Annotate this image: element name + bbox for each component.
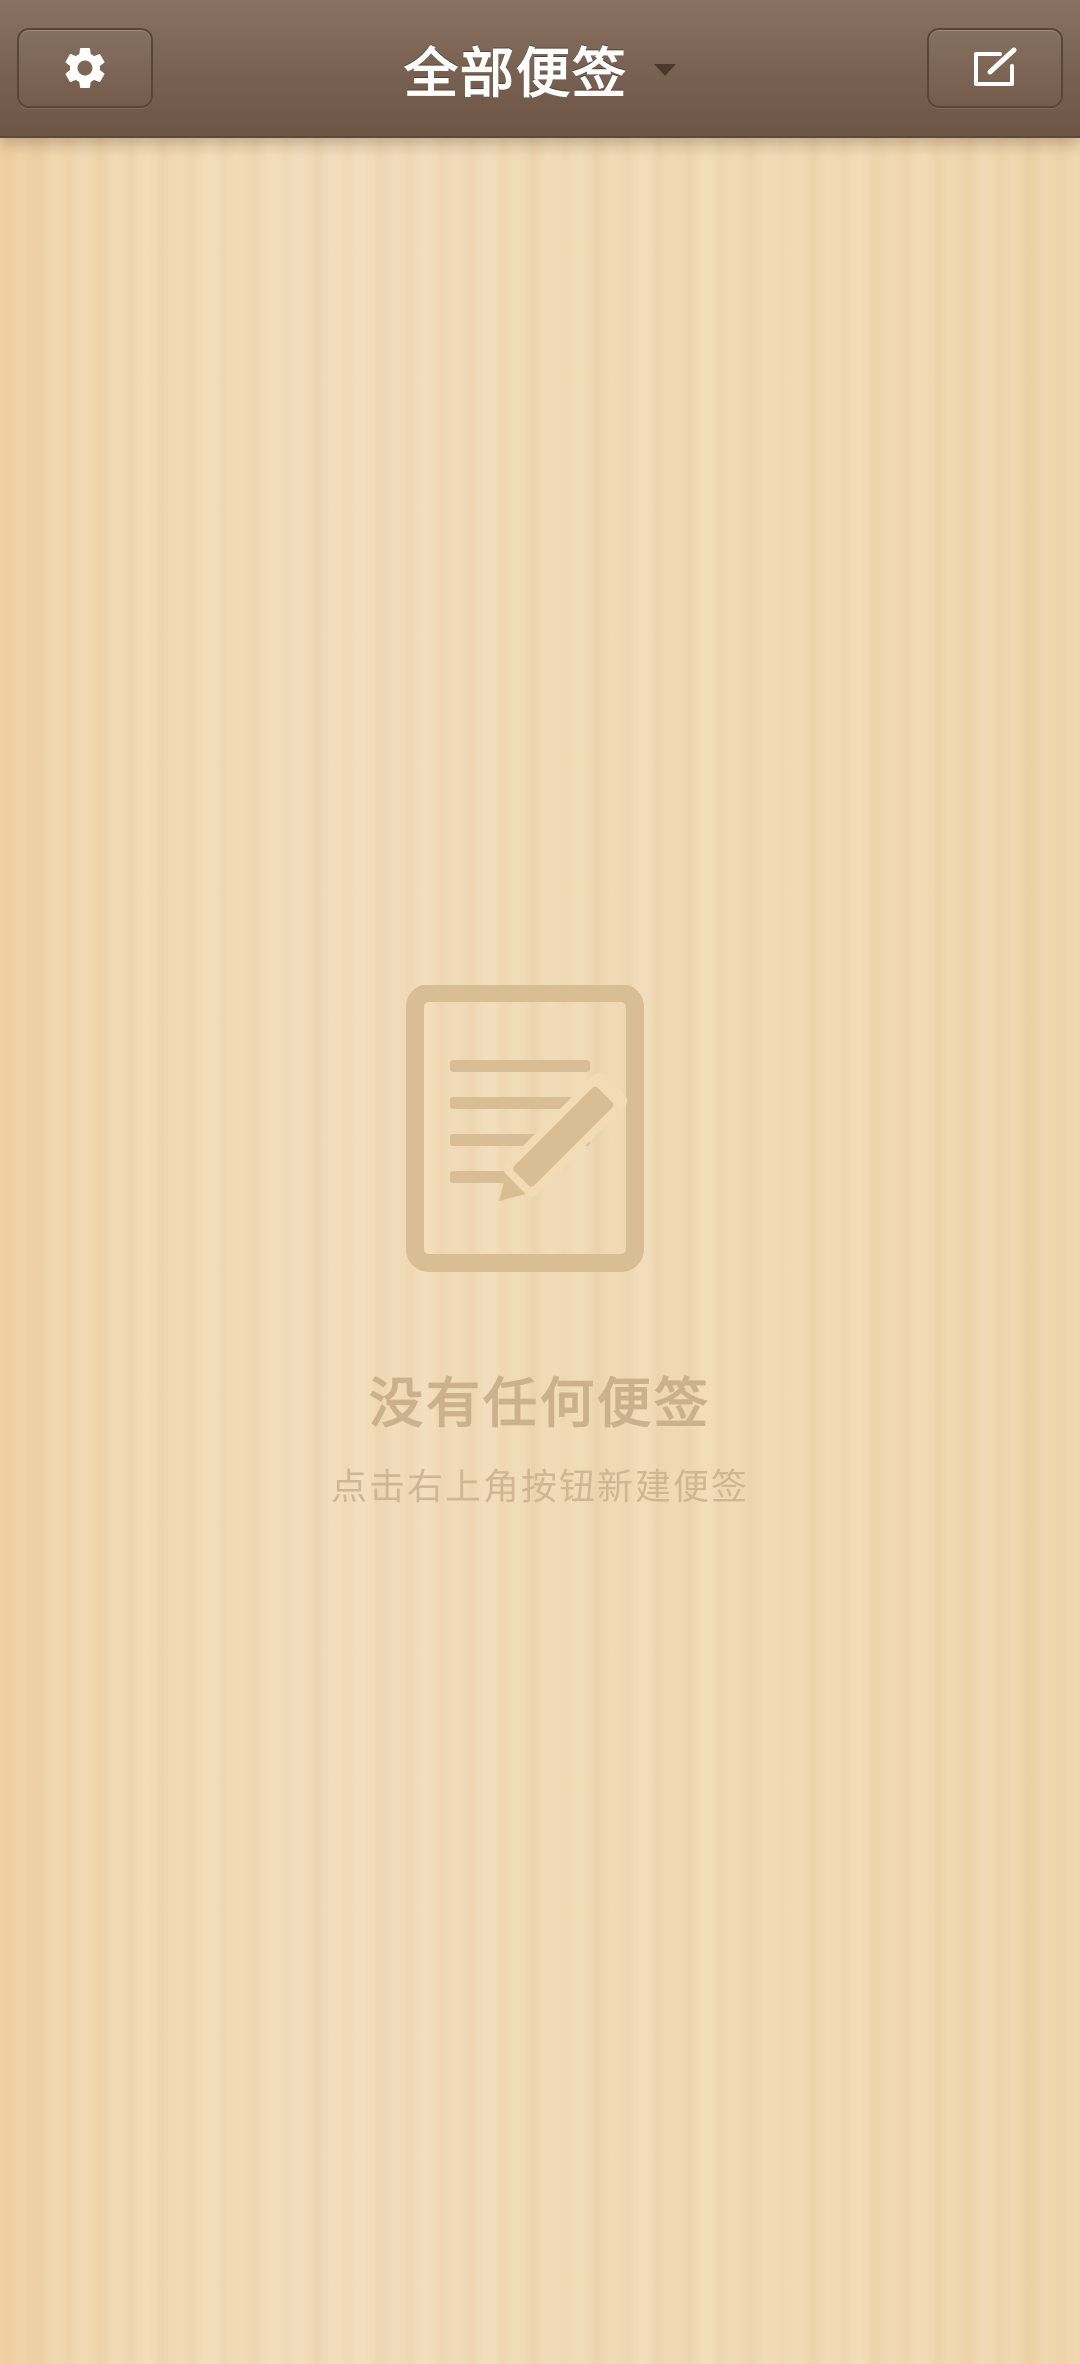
gear-icon xyxy=(65,48,105,88)
top-toolbar: 全部便签 xyxy=(0,0,1080,138)
caret-down-icon xyxy=(654,64,676,76)
note-with-pencil-icon xyxy=(406,985,644,1272)
category-selector[interactable]: 全部便签 xyxy=(0,0,1080,136)
empty-state: 没有任何便签 点击右上角按钮新建便签 xyxy=(0,985,1080,1510)
settings-button[interactable] xyxy=(17,28,153,108)
compose-icon xyxy=(974,47,1017,86)
empty-state-title: 没有任何便签 xyxy=(369,1372,711,1435)
new-note-button[interactable] xyxy=(927,28,1063,108)
page-title: 全部便签 xyxy=(404,41,628,105)
empty-state-subtitle: 点击右上角按钮新建便签 xyxy=(330,1467,749,1508)
